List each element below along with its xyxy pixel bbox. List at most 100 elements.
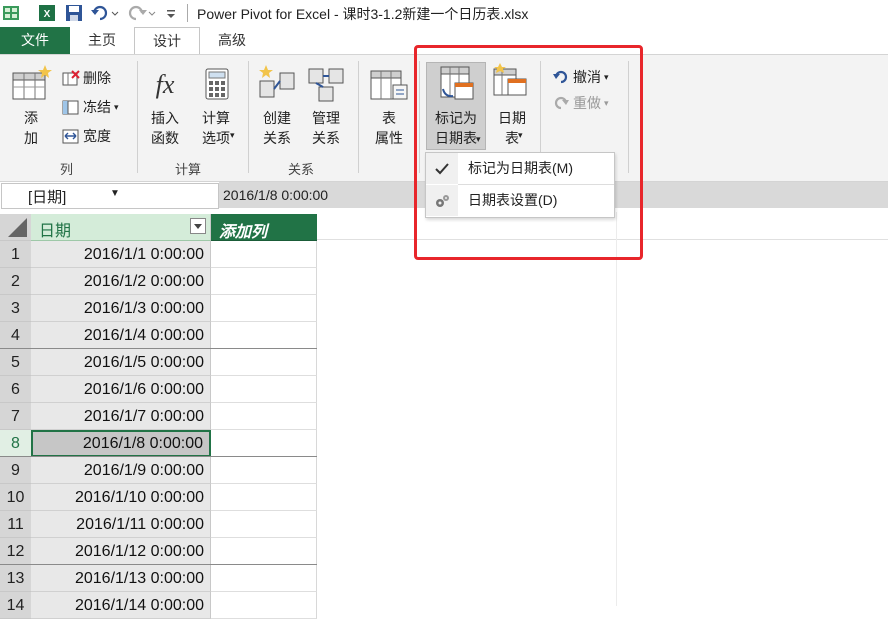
add-column-cell[interactable] bbox=[211, 457, 317, 484]
row-header[interactable]: 6 bbox=[0, 376, 31, 403]
manage-relationships-button[interactable]: 管理 关系 bbox=[305, 63, 347, 148]
name-box[interactable]: [日期] ▼ bbox=[1, 183, 219, 209]
width-label: 宽度 bbox=[83, 128, 111, 144]
group-separator bbox=[358, 61, 359, 173]
date-cell[interactable]: 2016/1/2 0:00:00 bbox=[31, 268, 211, 295]
date-cell[interactable]: 2016/1/13 0:00:00 bbox=[31, 565, 211, 592]
add-column-cell[interactable] bbox=[211, 268, 317, 295]
date-cell[interactable]: 2016/1/10 0:00:00 bbox=[31, 484, 211, 511]
filter-dropdown-icon bbox=[194, 224, 202, 229]
column-header-date-label: 日期 bbox=[39, 223, 72, 240]
row-header[interactable]: 11 bbox=[0, 511, 31, 538]
excel-icon[interactable]: X bbox=[38, 4, 56, 22]
add-column-cell[interactable] bbox=[211, 511, 317, 538]
add-column-cell[interactable] bbox=[211, 484, 317, 511]
tab-file[interactable]: 文件 bbox=[0, 27, 70, 54]
add-column-cell[interactable] bbox=[211, 295, 317, 322]
row-header[interactable]: 3 bbox=[0, 295, 31, 322]
row-header[interactable]: 2 bbox=[0, 268, 31, 295]
add-column-label: 添 加 bbox=[24, 110, 38, 146]
add-column-cell[interactable] bbox=[211, 322, 317, 349]
tab-advanced[interactable]: 高级 bbox=[200, 27, 264, 54]
save-icon[interactable] bbox=[64, 4, 84, 22]
manage-relationships-label: 管理 关系 bbox=[312, 110, 340, 146]
add-column-cell[interactable] bbox=[211, 241, 317, 268]
add-column-cell[interactable] bbox=[211, 565, 317, 592]
name-box-value: [日期] bbox=[28, 189, 67, 206]
redo-icon[interactable] bbox=[126, 4, 156, 22]
add-column-header-label: 添加列 bbox=[219, 224, 268, 241]
calculator-icon bbox=[205, 68, 229, 100]
delete-icon bbox=[62, 70, 80, 86]
create-relationship-icon bbox=[259, 65, 295, 98]
title-divider bbox=[187, 4, 188, 22]
row-header[interactable]: 10 bbox=[0, 484, 31, 511]
select-all-corner[interactable] bbox=[0, 214, 31, 241]
add-column-cell[interactable] bbox=[211, 349, 317, 376]
row-header[interactable]: 5 bbox=[0, 349, 31, 376]
create-relationship-button[interactable]: 创建 关系 bbox=[256, 63, 298, 148]
group-separator bbox=[248, 61, 249, 173]
table-properties-icon bbox=[370, 70, 408, 100]
calc-options-dropdown-icon: ▾ bbox=[230, 130, 235, 140]
width-icon bbox=[62, 129, 79, 144]
table-properties-label: 表 属性 bbox=[375, 110, 403, 146]
row-header[interactable]: 7 bbox=[0, 403, 31, 430]
calc-options-button[interactable]: 计算 选项 ▾ bbox=[192, 63, 240, 148]
insert-function-label: 插入 函数 bbox=[151, 110, 179, 146]
insert-function-button[interactable]: fx 插入 函数 bbox=[145, 63, 185, 148]
date-cell[interactable]: 2016/1/1 0:00:00 bbox=[31, 241, 211, 268]
red-highlight-box bbox=[414, 45, 643, 260]
add-column-cell[interactable] bbox=[211, 403, 317, 430]
selected-date-cell[interactable]: 2016/1/8 0:00:00 bbox=[31, 430, 211, 457]
window-title: Power Pivot for Excel - 课时3-1.2新建一个日历表.x… bbox=[197, 6, 529, 22]
add-column-cell[interactable] bbox=[211, 376, 317, 403]
grid-vline bbox=[616, 212, 617, 606]
row-header[interactable]: 8 bbox=[0, 430, 31, 457]
create-relationship-label: 创建 关系 bbox=[263, 110, 291, 146]
svg-text:X: X bbox=[44, 9, 51, 20]
svg-text:fx: fx bbox=[156, 70, 175, 99]
tab-home[interactable]: 主页 bbox=[72, 27, 132, 54]
group-label-columns: 列 bbox=[60, 162, 74, 177]
manage-relationships-icon bbox=[308, 68, 344, 102]
delete-column-button[interactable]: 删除 bbox=[62, 68, 111, 88]
table-properties-button[interactable]: 表 属性 bbox=[367, 63, 411, 148]
column-header-date[interactable]: 日期 bbox=[31, 214, 211, 241]
row-header[interactable]: 12 bbox=[0, 538, 31, 565]
date-cell[interactable]: 2016/1/6 0:00:00 bbox=[31, 376, 211, 403]
row-header[interactable]: 9 bbox=[0, 457, 31, 484]
column-filter-button[interactable] bbox=[190, 218, 206, 234]
date-cell[interactable]: 2016/1/3 0:00:00 bbox=[31, 295, 211, 322]
freeze-column-button[interactable]: 冻结 ▾ bbox=[62, 97, 119, 117]
group-label-calc: 计算 bbox=[175, 162, 202, 177]
delete-label: 删除 bbox=[83, 70, 111, 86]
add-column-cell[interactable] bbox=[211, 538, 317, 565]
add-column-button[interactable]: 添 加 bbox=[8, 63, 54, 148]
group-separator bbox=[137, 61, 138, 173]
add-column-header[interactable]: 添加列 bbox=[211, 214, 317, 241]
freeze-label: 冻结 bbox=[83, 99, 111, 115]
function-fx-icon: fx bbox=[156, 70, 175, 99]
row-header[interactable]: 13 bbox=[0, 565, 31, 592]
date-cell[interactable]: 2016/1/11 0:00:00 bbox=[31, 511, 211, 538]
undo-icon[interactable] bbox=[90, 4, 120, 22]
row-header[interactable]: 4 bbox=[0, 322, 31, 349]
title-bar: X Power Pivot for Excel - 课时3-1.2新建一个日历表… bbox=[0, 0, 888, 26]
freeze-icon bbox=[62, 100, 79, 115]
date-cell[interactable]: 2016/1/5 0:00:00 bbox=[31, 349, 211, 376]
row-header[interactable]: 1 bbox=[0, 241, 31, 268]
date-cell[interactable]: 2016/1/4 0:00:00 bbox=[31, 322, 211, 349]
tab-design[interactable]: 设计 bbox=[134, 27, 200, 56]
date-cell[interactable]: 2016/1/7 0:00:00 bbox=[31, 403, 211, 430]
group-label-relations: 关系 bbox=[288, 162, 315, 177]
freeze-dropdown-icon: ▾ bbox=[114, 101, 119, 112]
add-column-cell[interactable] bbox=[211, 430, 317, 457]
date-cell[interactable]: 2016/1/12 0:00:00 bbox=[31, 538, 211, 565]
powerpivot-app-icon bbox=[2, 4, 20, 22]
add-column-icon bbox=[12, 65, 52, 100]
customize-toolbar-icon[interactable] bbox=[164, 4, 178, 22]
date-cell[interactable]: 2016/1/9 0:00:00 bbox=[31, 457, 211, 484]
column-width-button[interactable]: 宽度 bbox=[62, 126, 111, 146]
name-box-dropdown-icon[interactable]: ▼ bbox=[110, 188, 120, 199]
